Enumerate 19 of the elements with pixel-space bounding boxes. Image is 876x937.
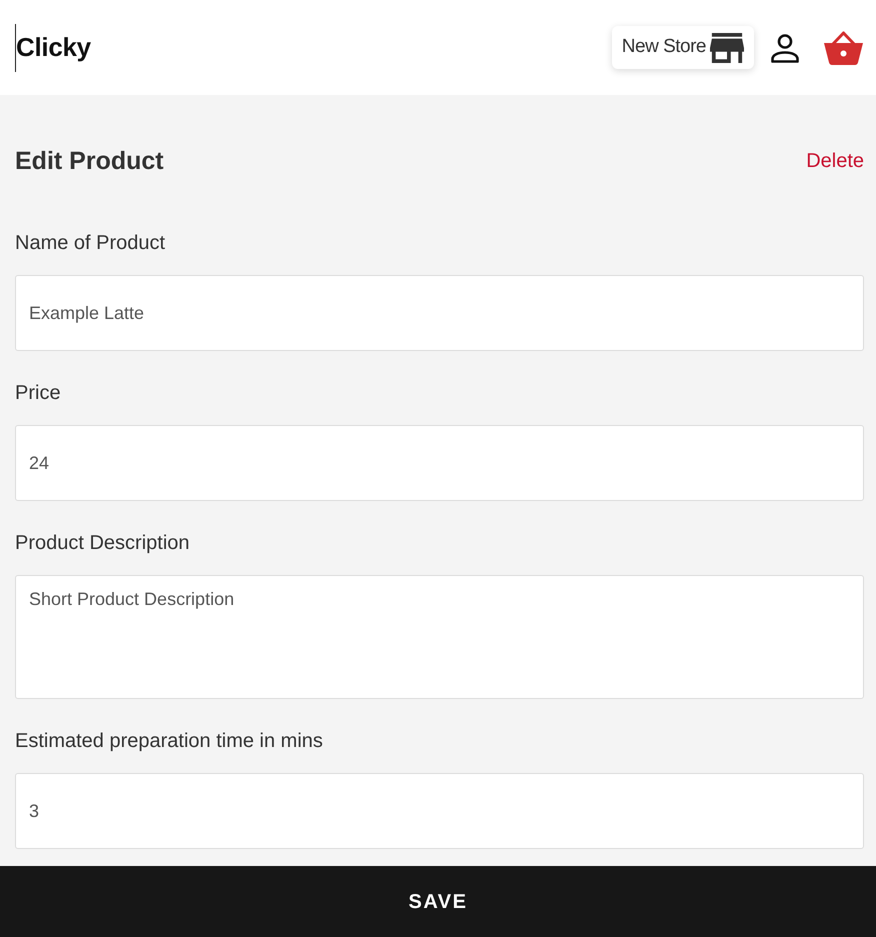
- store-icon: [710, 32, 744, 62]
- new-store-button[interactable]: New Store: [612, 26, 754, 69]
- textarea-field[interactable]: Short Product Description: [15, 575, 864, 699]
- user-icon: [770, 32, 800, 62]
- logo[interactable]: Clicky: [16, 28, 91, 67]
- field-label: Price: [15, 381, 61, 405]
- field-label: Name of Product: [15, 231, 166, 255]
- input-field[interactable]: 24: [15, 425, 864, 501]
- page-title: Edit Product: [15, 146, 164, 177]
- cart-button[interactable]: [824, 30, 863, 64]
- text-cursor: [15, 24, 16, 72]
- delete-link[interactable]: Delete: [806, 146, 864, 176]
- input-field[interactable]: 3: [15, 773, 864, 849]
- account-button[interactable]: [770, 32, 800, 62]
- field-label: Product Description: [15, 531, 190, 555]
- basket-icon: [824, 30, 863, 64]
- field-label: Estimated preparation time in mins: [15, 729, 323, 753]
- input-field[interactable]: Example Latte: [15, 275, 864, 351]
- save-button[interactable]: SAVE: [0, 866, 876, 937]
